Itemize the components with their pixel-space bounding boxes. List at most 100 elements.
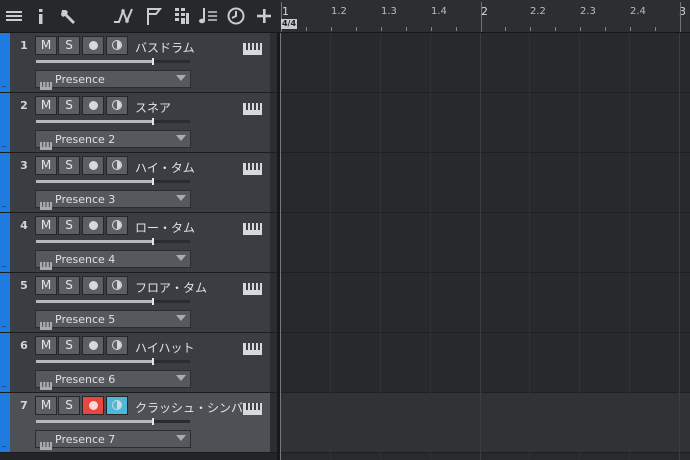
track-name[interactable]: フロア・タム (135, 279, 207, 296)
solo-button[interactable]: S (58, 396, 80, 415)
track-row[interactable]: ~ 1 M S バスドラム Presence (0, 33, 280, 93)
track-row[interactable]: ~ 6 M S ハイハット Presence 6 (0, 333, 280, 393)
volume-handle[interactable] (152, 118, 154, 125)
monitor-button[interactable] (106, 96, 128, 115)
instrument-select[interactable]: Presence 4 (35, 250, 191, 270)
instrument-select[interactable]: Presence 3 (35, 190, 191, 210)
track-number: 7 (20, 399, 28, 412)
volume-fader[interactable] (36, 178, 190, 185)
instrument-select[interactable]: Presence 2 (35, 130, 191, 150)
instrument-keyboard-icon[interactable] (243, 280, 262, 295)
grid-icon[interactable] (169, 3, 195, 29)
track-color-strip[interactable]: ~ (0, 273, 10, 332)
monitor-icon (112, 400, 122, 410)
track-row[interactable]: ~ 3 M S ハイ・タム Presence 3 (0, 153, 280, 213)
monitor-button[interactable] (106, 216, 128, 235)
track-row[interactable]: ~ 5 M S フロア・タム Presence 5 (0, 273, 280, 333)
solo-button[interactable]: S (58, 276, 80, 295)
solo-button[interactable]: S (58, 96, 80, 115)
instrument-select[interactable]: Presence 5 (35, 310, 191, 330)
record-arm-button[interactable] (82, 396, 104, 415)
mute-button[interactable]: M (35, 396, 57, 415)
instrument-select[interactable]: Presence 7 (35, 430, 191, 450)
volume-handle[interactable] (152, 418, 154, 425)
volume-handle[interactable] (152, 298, 154, 305)
monitor-button[interactable] (106, 396, 128, 415)
solo-button[interactable]: S (58, 36, 80, 55)
grid-line (330, 33, 331, 460)
solo-button[interactable]: S (58, 216, 80, 235)
volume-handle[interactable] (152, 238, 154, 245)
plus-icon[interactable] (251, 3, 277, 29)
track-row[interactable]: ~ 4 M S ロー・タム Presence 4 (0, 213, 280, 273)
track-color-strip[interactable]: ~ (0, 393, 10, 452)
solo-button[interactable]: S (58, 156, 80, 175)
track-name[interactable]: クラッシュ・シンバル (135, 399, 255, 416)
wrench-icon[interactable] (55, 3, 81, 29)
time-signature[interactable]: 4/4 (281, 19, 297, 29)
track-name[interactable]: スネア (135, 99, 171, 116)
monitor-button[interactable] (106, 276, 128, 295)
track-color-strip[interactable]: ~ (0, 33, 10, 92)
instrument-select[interactable]: Presence (35, 70, 191, 90)
instrument-select[interactable]: Presence 6 (35, 370, 191, 390)
mute-button[interactable]: M (35, 36, 57, 55)
record-arm-button[interactable] (82, 216, 104, 235)
mute-button[interactable]: M (35, 336, 57, 355)
timeline-ruler[interactable]: 1 1.2 1.3 1.4 2 2.2 2.3 2.4 3 (280, 0, 690, 33)
monitor-button[interactable] (106, 156, 128, 175)
instrument-keyboard-icon[interactable] (243, 400, 262, 415)
track-name[interactable]: ロー・タム (135, 219, 195, 236)
ruler-label: 1 (282, 5, 289, 18)
info-icon[interactable] (28, 3, 54, 29)
track-name[interactable]: ハイ・タム (135, 159, 195, 176)
track-name[interactable]: ハイハット (135, 339, 195, 356)
track-row[interactable]: ~ 7 M S クラッシュ・シンバル Presence 7 (0, 393, 280, 453)
track-color-strip[interactable]: ~ (0, 93, 10, 152)
track-color-strip[interactable]: ~ (0, 153, 10, 212)
volume-handle[interactable] (152, 358, 154, 365)
monitor-button[interactable] (106, 336, 128, 355)
record-arm-button[interactable] (82, 336, 104, 355)
hamburger-menu-icon[interactable] (1, 3, 27, 29)
volume-fader[interactable] (36, 358, 190, 365)
ruler-tick (505, 27, 506, 31)
volume-fader[interactable] (36, 58, 190, 65)
track-name[interactable]: バスドラム (135, 39, 195, 56)
instrument-keyboard-icon[interactable] (243, 100, 262, 115)
mute-button[interactable]: M (35, 216, 57, 235)
clock-icon[interactable] (223, 3, 249, 29)
volume-fader[interactable] (36, 118, 190, 125)
mute-button[interactable]: M (35, 156, 57, 175)
instrument-keyboard-icon[interactable] (243, 340, 262, 355)
instrument-keyboard-icon[interactable] (243, 160, 262, 175)
marker-flag-icon[interactable] (141, 3, 167, 29)
volume-handle[interactable] (152, 178, 154, 185)
score-editor-icon[interactable] (196, 3, 222, 29)
track-color-strip[interactable]: ~ (0, 213, 10, 272)
solo-button[interactable]: S (58, 336, 80, 355)
mute-button[interactable]: M (35, 276, 57, 295)
record-arm-button[interactable] (82, 96, 104, 115)
volume-fader[interactable] (36, 238, 190, 245)
ruler-tick (680, 2, 681, 32)
chevron-down-icon (176, 135, 186, 141)
volume-handle[interactable] (152, 58, 154, 65)
grid-line (579, 33, 580, 460)
record-arm-button[interactable] (82, 156, 104, 175)
monitor-button[interactable] (106, 36, 128, 55)
instrument-keyboard-icon[interactable] (243, 220, 262, 235)
volume-fader[interactable] (36, 418, 190, 425)
record-arm-button[interactable] (82, 36, 104, 55)
track-row[interactable]: ~ 2 M S スネア Presence 2 (0, 93, 280, 153)
mute-button[interactable]: M (35, 96, 57, 115)
record-arm-button[interactable] (82, 276, 104, 295)
ruler-tick (406, 27, 407, 31)
volume-fader[interactable] (36, 298, 190, 305)
automation-icon[interactable] (110, 3, 136, 29)
instrument-keyboard-icon[interactable] (243, 40, 262, 55)
track-color-strip[interactable]: ~ (0, 333, 10, 392)
record-icon (88, 401, 98, 410)
ruler-label: 1.2 (331, 6, 347, 17)
arrange-view[interactable] (280, 33, 690, 460)
